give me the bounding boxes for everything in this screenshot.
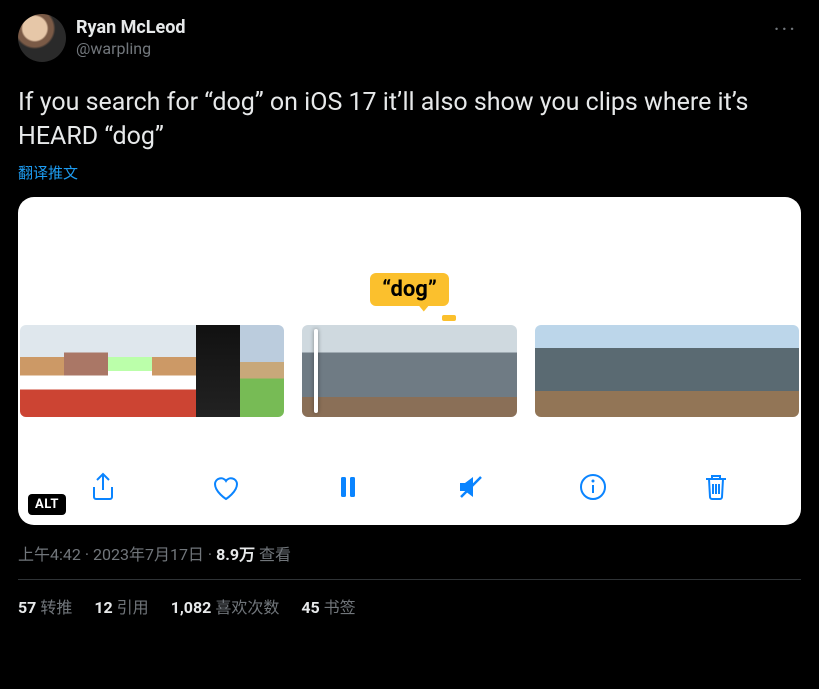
share-icon[interactable] xyxy=(83,467,123,507)
frame xyxy=(302,325,374,417)
avatar[interactable] xyxy=(18,14,66,62)
frame xyxy=(535,325,579,417)
more-icon[interactable]: ··· xyxy=(770,14,801,47)
frame xyxy=(196,325,240,417)
media-toolbar xyxy=(18,467,801,507)
clip-group[interactable] xyxy=(302,325,518,417)
meta-time[interactable]: 上午4:42 xyxy=(18,545,81,564)
tooltip-zone: “dog” xyxy=(18,273,801,306)
heart-icon[interactable] xyxy=(206,467,246,507)
frame xyxy=(579,325,623,417)
frame xyxy=(446,325,518,417)
info-icon[interactable] xyxy=(573,467,613,507)
bookmarks-stat[interactable]: 45 书签 xyxy=(301,594,355,618)
frame xyxy=(152,325,196,417)
frame xyxy=(755,325,799,417)
author-handle[interactable]: @warpling xyxy=(76,39,186,60)
frame xyxy=(240,325,284,417)
clip-group[interactable] xyxy=(20,325,284,417)
translate-link[interactable]: 翻译推文 xyxy=(18,162,801,183)
frame xyxy=(667,325,711,417)
views-count: 8.9万 xyxy=(216,545,255,564)
trash-icon[interactable] xyxy=(696,467,736,507)
pause-icon[interactable] xyxy=(328,467,368,507)
tweet-text: If you search for “dog” on iOS 17 it’ll … xyxy=(18,86,801,154)
frame xyxy=(374,325,446,417)
video-scrubber[interactable] xyxy=(18,325,801,417)
views-label: 查看 xyxy=(255,545,291,564)
retweets-stat[interactable]: 57 转推 xyxy=(18,594,72,618)
author-block: Ryan McLeod @warpling xyxy=(76,14,186,60)
frame xyxy=(623,325,667,417)
tweet-meta: 上午4:42 · 2023年7月17日 · 8.9万 查看 xyxy=(18,541,801,565)
mute-icon[interactable] xyxy=(451,467,491,507)
timeline-marker xyxy=(442,315,456,321)
likes-stat[interactable]: 1,082 喜欢次数 xyxy=(171,594,280,618)
author-name[interactable]: Ryan McLeod xyxy=(76,16,186,39)
meta-date[interactable]: 2023年7月17日 xyxy=(93,545,204,564)
frame xyxy=(64,325,108,417)
tweet: Ryan McLeod @warpling ··· If you search … xyxy=(0,0,819,632)
quotes-stat[interactable]: 12 引用 xyxy=(94,594,148,618)
stats-bar: 57 转推 12 引用 1,082 喜欢次数 45 书签 xyxy=(18,580,801,618)
clip-group[interactable] xyxy=(535,325,799,417)
search-tooltip: “dog” xyxy=(370,273,449,306)
frame xyxy=(711,325,755,417)
tweet-header: Ryan McLeod @warpling ··· xyxy=(18,14,801,62)
alt-badge[interactable]: ALT xyxy=(28,494,66,515)
playhead[interactable] xyxy=(314,329,318,413)
frame xyxy=(20,325,64,417)
media-card[interactable]: “dog” xyxy=(18,197,801,525)
frame xyxy=(108,325,152,417)
